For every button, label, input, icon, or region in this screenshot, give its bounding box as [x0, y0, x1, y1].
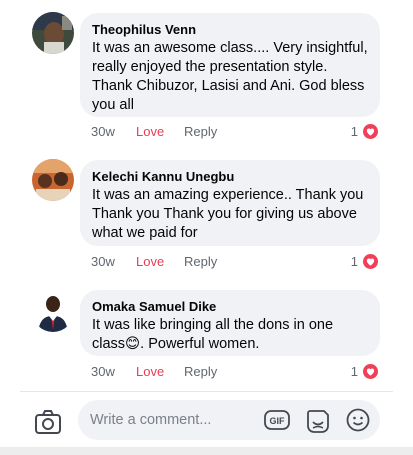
- comment-text: It was like bringing all the dons in one…: [92, 317, 334, 352]
- comment-composer: Write a comment... GIF: [0, 392, 413, 455]
- comment-bubble: Omaka Samuel Dike It was like bringing a…: [80, 290, 380, 356]
- comment-author[interactable]: Kelechi Kannu Unegbu: [92, 168, 368, 185]
- avatar[interactable]: [32, 290, 74, 332]
- reply-button[interactable]: Reply: [184, 363, 217, 381]
- comment-timestamp[interactable]: 30w: [91, 123, 115, 141]
- avatar[interactable]: [32, 159, 74, 201]
- gif-icon[interactable]: GIF: [264, 410, 290, 430]
- svg-text:GIF: GIF: [270, 416, 286, 426]
- love-button[interactable]: Love: [136, 253, 164, 271]
- heart-icon[interactable]: [362, 123, 379, 140]
- comment-bubble: Kelechi Kannu Unegbu It was an amazing e…: [80, 160, 380, 246]
- comment-text: It was an awesome class.... Very insight…: [92, 40, 368, 113]
- comment-input-placeholder[interactable]: Write a comment...: [90, 411, 211, 429]
- comment-bubble: Theophilus Venn It was an awesome class.…: [80, 13, 380, 117]
- heart-icon[interactable]: [362, 363, 379, 380]
- comment-actions: 30w Love Reply 1: [91, 123, 380, 141]
- comment-author[interactable]: Theophilus Venn: [92, 21, 368, 38]
- reply-button[interactable]: Reply: [184, 253, 217, 271]
- comment-timestamp[interactable]: 30w: [91, 253, 115, 271]
- reaction-count[interactable]: 1: [351, 123, 358, 141]
- comment-input[interactable]: Write a comment... GIF: [78, 400, 380, 440]
- reaction-count[interactable]: 1: [351, 253, 358, 271]
- heart-icon[interactable]: [362, 253, 379, 270]
- camera-icon[interactable]: [34, 409, 62, 435]
- love-button[interactable]: Love: [136, 123, 164, 141]
- reaction-count[interactable]: 1: [351, 363, 358, 381]
- comment-author[interactable]: Omaka Samuel Dike: [92, 298, 368, 315]
- avatar[interactable]: [32, 12, 74, 54]
- comment-actions: 30w Love Reply 1: [91, 253, 380, 271]
- love-button[interactable]: Love: [136, 363, 164, 381]
- emoji-icon[interactable]: [346, 408, 370, 432]
- comment-actions: 30w Love Reply 1: [91, 363, 380, 381]
- comment-timestamp[interactable]: 30w: [91, 363, 115, 381]
- sticker-icon[interactable]: [306, 408, 330, 434]
- comment-text: It was an amazing experience.. Thank you…: [92, 187, 364, 241]
- bottom-bar: [0, 447, 413, 455]
- reply-button[interactable]: Reply: [184, 123, 217, 141]
